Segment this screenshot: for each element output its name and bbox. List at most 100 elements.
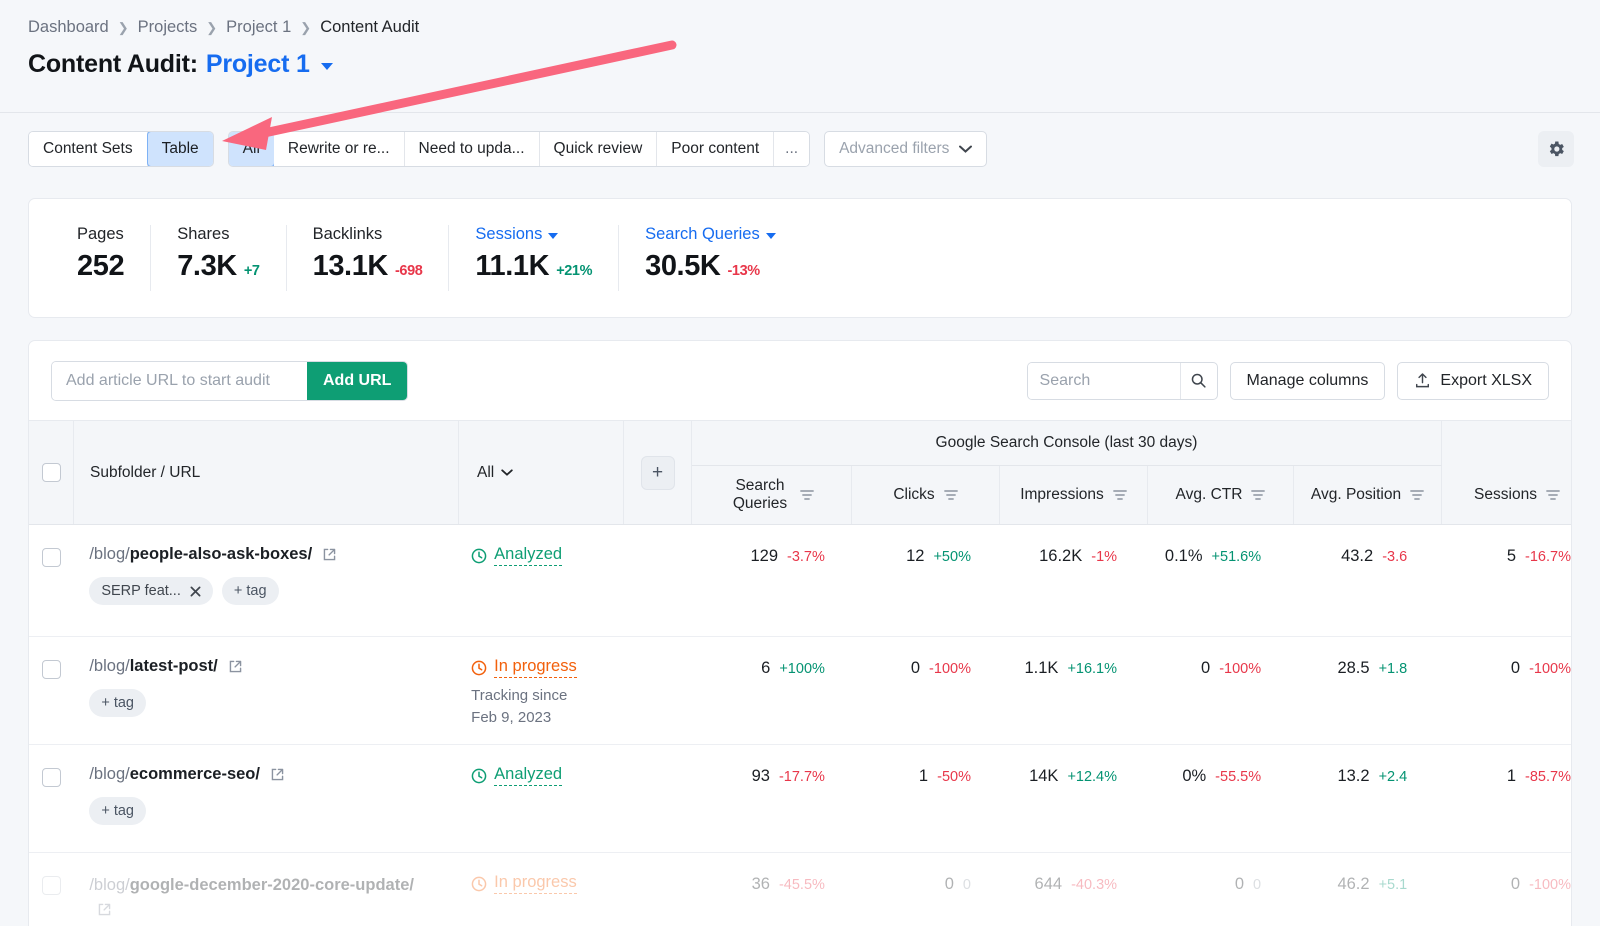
tag-label: SERP feat...: [101, 583, 181, 599]
status-filter-tabs: All Rewrite or re... Need to upda... Qui…: [227, 130, 811, 167]
row-url[interactable]: /blog/people-also-ask-boxes/: [89, 545, 437, 564]
settings-button[interactable]: [1538, 131, 1574, 167]
cell-clicks: 0 -100%: [841, 637, 987, 744]
stat-label: Search Queries: [645, 225, 760, 243]
row-checkbox[interactable]: [41, 876, 61, 895]
column-header-search-queries[interactable]: Search Queries: [692, 466, 852, 524]
row-url[interactable]: /blog/latest-post/: [89, 657, 437, 676]
metric-value: 0: [944, 875, 954, 893]
row-url[interactable]: /blog/google-december-2020-core-update/: [89, 873, 437, 923]
row-select-cell: [29, 637, 73, 744]
external-link-icon[interactable]: [97, 902, 112, 917]
external-link-icon[interactable]: [228, 659, 243, 674]
stat-value-wrap: 7.3K +7: [177, 250, 260, 283]
sort-icon: [1251, 490, 1266, 500]
stat-label-dropdown[interactable]: Sessions: [475, 225, 592, 244]
chevron-down-icon: [548, 232, 559, 239]
column-header-avg-ctr[interactable]: Avg. CTR: [1148, 466, 1294, 524]
breadcrumb-item-project-1[interactable]: Project 1: [226, 18, 291, 37]
metric-value: 6: [761, 659, 771, 677]
status-badge[interactable]: In progress: [471, 873, 616, 894]
add-tag-button[interactable]: + tag: [89, 689, 146, 717]
chevron-down-icon: [501, 469, 513, 476]
select-all-cell: [29, 421, 74, 524]
page-title-prefix: Content Audit:: [28, 50, 198, 78]
stat-value: 252: [77, 250, 125, 282]
metric-delta: -45.5%: [778, 877, 825, 893]
add-url-button[interactable]: Add URL: [307, 361, 408, 400]
metric-delta: +5.1: [1378, 877, 1408, 893]
advanced-filters-dropdown[interactable]: Advanced filters: [824, 130, 988, 167]
status-tab-quick-review[interactable]: Quick review: [539, 131, 658, 166]
cell-clicks: 0 0: [841, 853, 987, 926]
status-tab-more[interactable]: ...: [774, 131, 810, 166]
status-tab-need-to-update[interactable]: Need to upda...: [404, 131, 540, 166]
status-tab-poor-content[interactable]: Poor content: [657, 131, 775, 166]
status-badge[interactable]: In progress: [471, 657, 616, 678]
column-header-impressions[interactable]: Impressions: [1000, 466, 1148, 524]
row-url[interactable]: /blog/ecommerce-seo/: [89, 765, 437, 784]
row-url-text: /blog/latest-post/: [89, 657, 218, 675]
stat-value-wrap: 11.1K +21%: [475, 250, 592, 283]
row-url-text: /blog/google-december-2020-core-update/: [89, 876, 414, 894]
search-input[interactable]: [1027, 362, 1180, 399]
column-header-avg-position[interactable]: Avg. Position: [1294, 466, 1442, 524]
row-checkbox[interactable]: [41, 660, 61, 679]
table-row[interactable]: /blog/latest-post/ + tag In progress Tra…: [29, 637, 1571, 745]
column-header-clicks[interactable]: Clicks: [852, 466, 1000, 524]
tag-chip[interactable]: SERP feat...: [89, 577, 213, 605]
metric-value: 28.5: [1337, 659, 1370, 677]
external-link-icon[interactable]: [270, 767, 285, 782]
add-tag-button[interactable]: + tag: [221, 577, 279, 605]
gear-icon: [1549, 141, 1564, 157]
column-header-status-filter[interactable]: All: [459, 421, 624, 524]
project-selector-label[interactable]: Project 1: [206, 50, 310, 79]
select-all-checkbox[interactable]: [41, 463, 61, 482]
stat-value-wrap: 252: [77, 250, 125, 283]
upload-icon: [1416, 373, 1430, 388]
status-tab-rewrite[interactable]: Rewrite or re...: [273, 131, 405, 166]
add-tag-button[interactable]: + tag: [89, 797, 146, 825]
add-url-input[interactable]: [52, 361, 307, 400]
table-toolbar-right: Manage columns Export XLSX: [1026, 361, 1549, 400]
cell-impressions: 1.1K +16.1%: [987, 637, 1133, 744]
metric-delta: +1.8: [1378, 661, 1408, 677]
metric-delta: -100%: [1219, 661, 1262, 677]
stat-label: Shares: [177, 225, 230, 243]
table-row[interactable]: /blog/google-december-2020-core-update/ …: [29, 853, 1571, 926]
breadcrumb-item-projects[interactable]: Projects: [138, 18, 198, 37]
clock-icon: [471, 768, 487, 783]
breadcrumb-item-dashboard[interactable]: Dashboard: [28, 18, 109, 37]
export-xlsx-button[interactable]: Export XLSX: [1397, 361, 1549, 400]
stat-pages: Pages 252: [51, 225, 152, 291]
page-header: Dashboard ❯ Projects ❯ Project 1 ❯ Conte…: [0, 0, 1600, 112]
manage-columns-button[interactable]: Manage columns: [1229, 361, 1386, 400]
stat-label-dropdown[interactable]: Search Queries: [645, 225, 776, 244]
row-checkbox[interactable]: [41, 548, 61, 567]
cell-sessions: 5 -16.7%: [1423, 525, 1571, 636]
external-link-icon[interactable]: [322, 547, 337, 562]
metric-delta: 0: [962, 877, 971, 893]
chevron-down-icon[interactable]: [320, 63, 333, 70]
row-url-text: /blog/people-also-ask-boxes/: [89, 545, 313, 563]
status-badge[interactable]: Analyzed: [471, 545, 616, 566]
metric-delta: +51.6%: [1211, 549, 1262, 565]
row-checkbox[interactable]: [41, 768, 61, 787]
cell-avg-ctr: 0.1% +51.6%: [1133, 525, 1277, 636]
table-row[interactable]: /blog/ecommerce-seo/ + tag Analyzed 93 -…: [29, 745, 1571, 853]
status-badge[interactable]: Analyzed: [471, 765, 616, 786]
search-button[interactable]: [1179, 362, 1217, 399]
stat-search-queries[interactable]: Search Queries 30.5K -13%: [619, 225, 802, 291]
column-header-sessions[interactable]: Sessions: [1442, 466, 1571, 524]
view-tab-table[interactable]: Table: [146, 131, 213, 166]
close-icon[interactable]: [190, 586, 201, 597]
view-tab-content-sets[interactable]: Content Sets: [29, 131, 148, 166]
status-tab-all[interactable]: All: [228, 131, 275, 166]
table-row[interactable]: /blog/people-also-ask-boxes/ SERP feat..…: [29, 525, 1571, 637]
row-select-cell: [29, 745, 73, 852]
stat-sessions[interactable]: Sessions 11.1K +21%: [449, 225, 620, 291]
metric-value: 0: [1201, 659, 1211, 677]
search-group: [1026, 361, 1218, 400]
clock-icon: [471, 876, 487, 891]
add-column-button[interactable]: +: [640, 455, 675, 490]
